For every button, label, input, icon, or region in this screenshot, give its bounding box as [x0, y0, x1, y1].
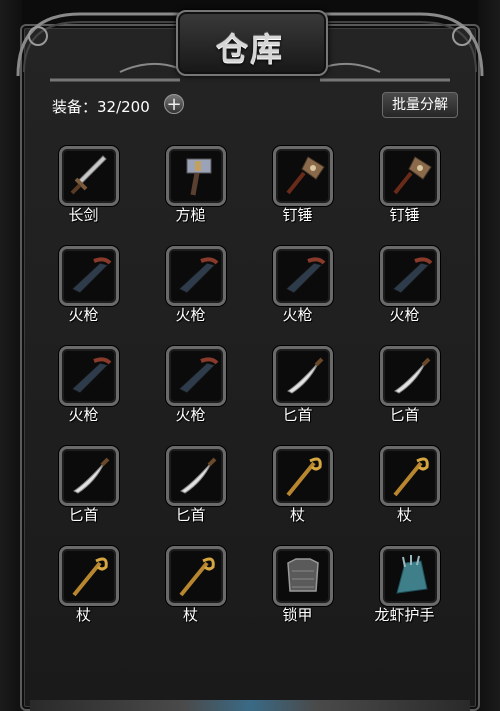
item-frame[interactable] [166, 546, 226, 606]
inventory-slot[interactable]: 钢制钉锤 [30, 124, 137, 144]
staff-icon [72, 557, 108, 597]
item-frame[interactable] [380, 246, 440, 306]
item-frame[interactable] [166, 346, 226, 406]
dagger-icon [394, 357, 431, 394]
item-name: 长剑 [351, 124, 458, 125]
inventory-slot[interactable]: 钉锤 [351, 144, 458, 244]
inventory-slot[interactable]: 火枪 [30, 344, 137, 444]
item-grid-viewport[interactable]: 钢制钉锤学徒长袍长剑长剑长剑方槌钉锤钉锤火枪火枪火枪火枪火枪火枪匕首匕首匕首匕首… [30, 124, 470, 696]
item-frame[interactable] [380, 146, 440, 206]
inventory-slot[interactable]: 长剑 [351, 124, 458, 144]
item-name: 学徒长袍 [137, 124, 244, 125]
musket-icon [178, 357, 219, 394]
item-name: 龙虾护手 [374, 606, 435, 624]
item-frame[interactable] [166, 446, 226, 506]
inventory-slot[interactable]: 火枪 [137, 244, 244, 344]
inventory-slot[interactable]: 火枪 [351, 244, 458, 344]
musket-icon [285, 257, 326, 294]
inventory-slot[interactable]: 学徒长袍 [137, 124, 244, 144]
musket-icon [178, 257, 219, 294]
musket-icon [392, 257, 433, 294]
item-frame[interactable] [59, 346, 119, 406]
item-frame[interactable] [59, 246, 119, 306]
item-frame[interactable] [166, 146, 226, 206]
item-frame[interactable] [380, 446, 440, 506]
inventory-slot[interactable]: 火枪 [244, 244, 351, 344]
item-frame[interactable] [273, 146, 333, 206]
inventory-slot[interactable]: 长剑 [30, 144, 137, 244]
item-name: 长剑 [68, 206, 99, 224]
inventory-slot[interactable]: 长剑 [244, 124, 351, 144]
item-grid: 钢制钉锤学徒长袍长剑长剑长剑方槌钉锤钉锤火枪火枪火枪火枪火枪火枪匕首匕首匕首匕首… [30, 124, 470, 644]
equipment-count: 装备：32/200 [52, 98, 150, 116]
item-name: 火枪 [389, 306, 420, 324]
inventory-slot[interactable]: 杖 [30, 544, 137, 644]
item-frame[interactable] [166, 246, 226, 306]
inventory-slot[interactable]: 锁甲 [244, 544, 351, 644]
item-name: 钢制钉锤 [30, 124, 137, 125]
item-frame[interactable] [380, 546, 440, 606]
item-frame[interactable] [380, 346, 440, 406]
inventory-slot[interactable]: 匕首 [30, 444, 137, 544]
item-name: 火枪 [282, 306, 313, 324]
item-name: 杖 [75, 606, 91, 624]
item-name: 锁甲 [282, 606, 313, 624]
item-name: 方槌 [175, 206, 206, 224]
item-frame[interactable] [273, 546, 333, 606]
item-frame[interactable] [273, 346, 333, 406]
inventory-slot[interactable]: 火枪 [137, 344, 244, 444]
item-name: 杖 [396, 506, 412, 524]
header-bar: 装备：32/200 + 批量分解 [30, 88, 470, 122]
dagger-icon [73, 457, 110, 494]
inventory-slot[interactable]: 龙虾护手 [351, 544, 458, 644]
item-name: 火枪 [175, 406, 206, 424]
item-name: 匕首 [175, 506, 206, 524]
item-frame[interactable] [273, 446, 333, 506]
item-frame[interactable] [59, 446, 119, 506]
sword-icon [70, 155, 107, 195]
staff-icon [179, 557, 215, 597]
background-left [0, 0, 22, 711]
dagger-icon [287, 357, 324, 394]
page-title: 仓库 [215, 30, 284, 68]
mace-icon [393, 156, 432, 195]
item-name: 匕首 [389, 406, 420, 424]
item-frame[interactable] [59, 146, 119, 206]
item-name: 钉锤 [282, 206, 313, 224]
inventory-slot[interactable]: 杖 [244, 444, 351, 544]
inventory-slot[interactable]: 方槌 [137, 144, 244, 244]
inventory-slot[interactable]: 杖 [137, 544, 244, 644]
square-hammer-icon [186, 158, 212, 196]
item-frame[interactable] [273, 246, 333, 306]
chainmail-icon [287, 558, 319, 592]
inventory-slot[interactable]: 火枪 [30, 244, 137, 344]
item-name: 杖 [182, 606, 198, 624]
add-capacity-button[interactable]: + [164, 94, 184, 114]
item-frame[interactable] [59, 546, 119, 606]
staff-icon [286, 457, 322, 497]
item-name: 火枪 [68, 306, 99, 324]
item-name: 钉锤 [389, 206, 420, 224]
item-name: 火枪 [175, 306, 206, 324]
gauntlet-icon [396, 555, 428, 594]
item-name: 匕首 [68, 506, 99, 524]
inventory-slot[interactable]: 杖 [351, 444, 458, 544]
musket-icon [71, 257, 112, 294]
inventory-slot[interactable]: 匕首 [351, 344, 458, 444]
dagger-icon [180, 457, 217, 494]
inventory-slot[interactable]: 钉锤 [244, 144, 351, 244]
item-name: 匕首 [282, 406, 313, 424]
item-name: 火枪 [68, 406, 99, 424]
item-name: 杖 [289, 506, 305, 524]
item-name: 长剑 [244, 124, 351, 125]
background-right [478, 0, 500, 711]
staff-icon [393, 457, 429, 497]
inventory-slot[interactable]: 匕首 [137, 444, 244, 544]
batch-dismantle-button[interactable]: 批量分解 [382, 92, 458, 118]
mace-icon [286, 156, 325, 195]
inventory-slot[interactable]: 匕首 [244, 344, 351, 444]
bottom-tab-strip [30, 700, 470, 711]
musket-icon [71, 357, 112, 394]
